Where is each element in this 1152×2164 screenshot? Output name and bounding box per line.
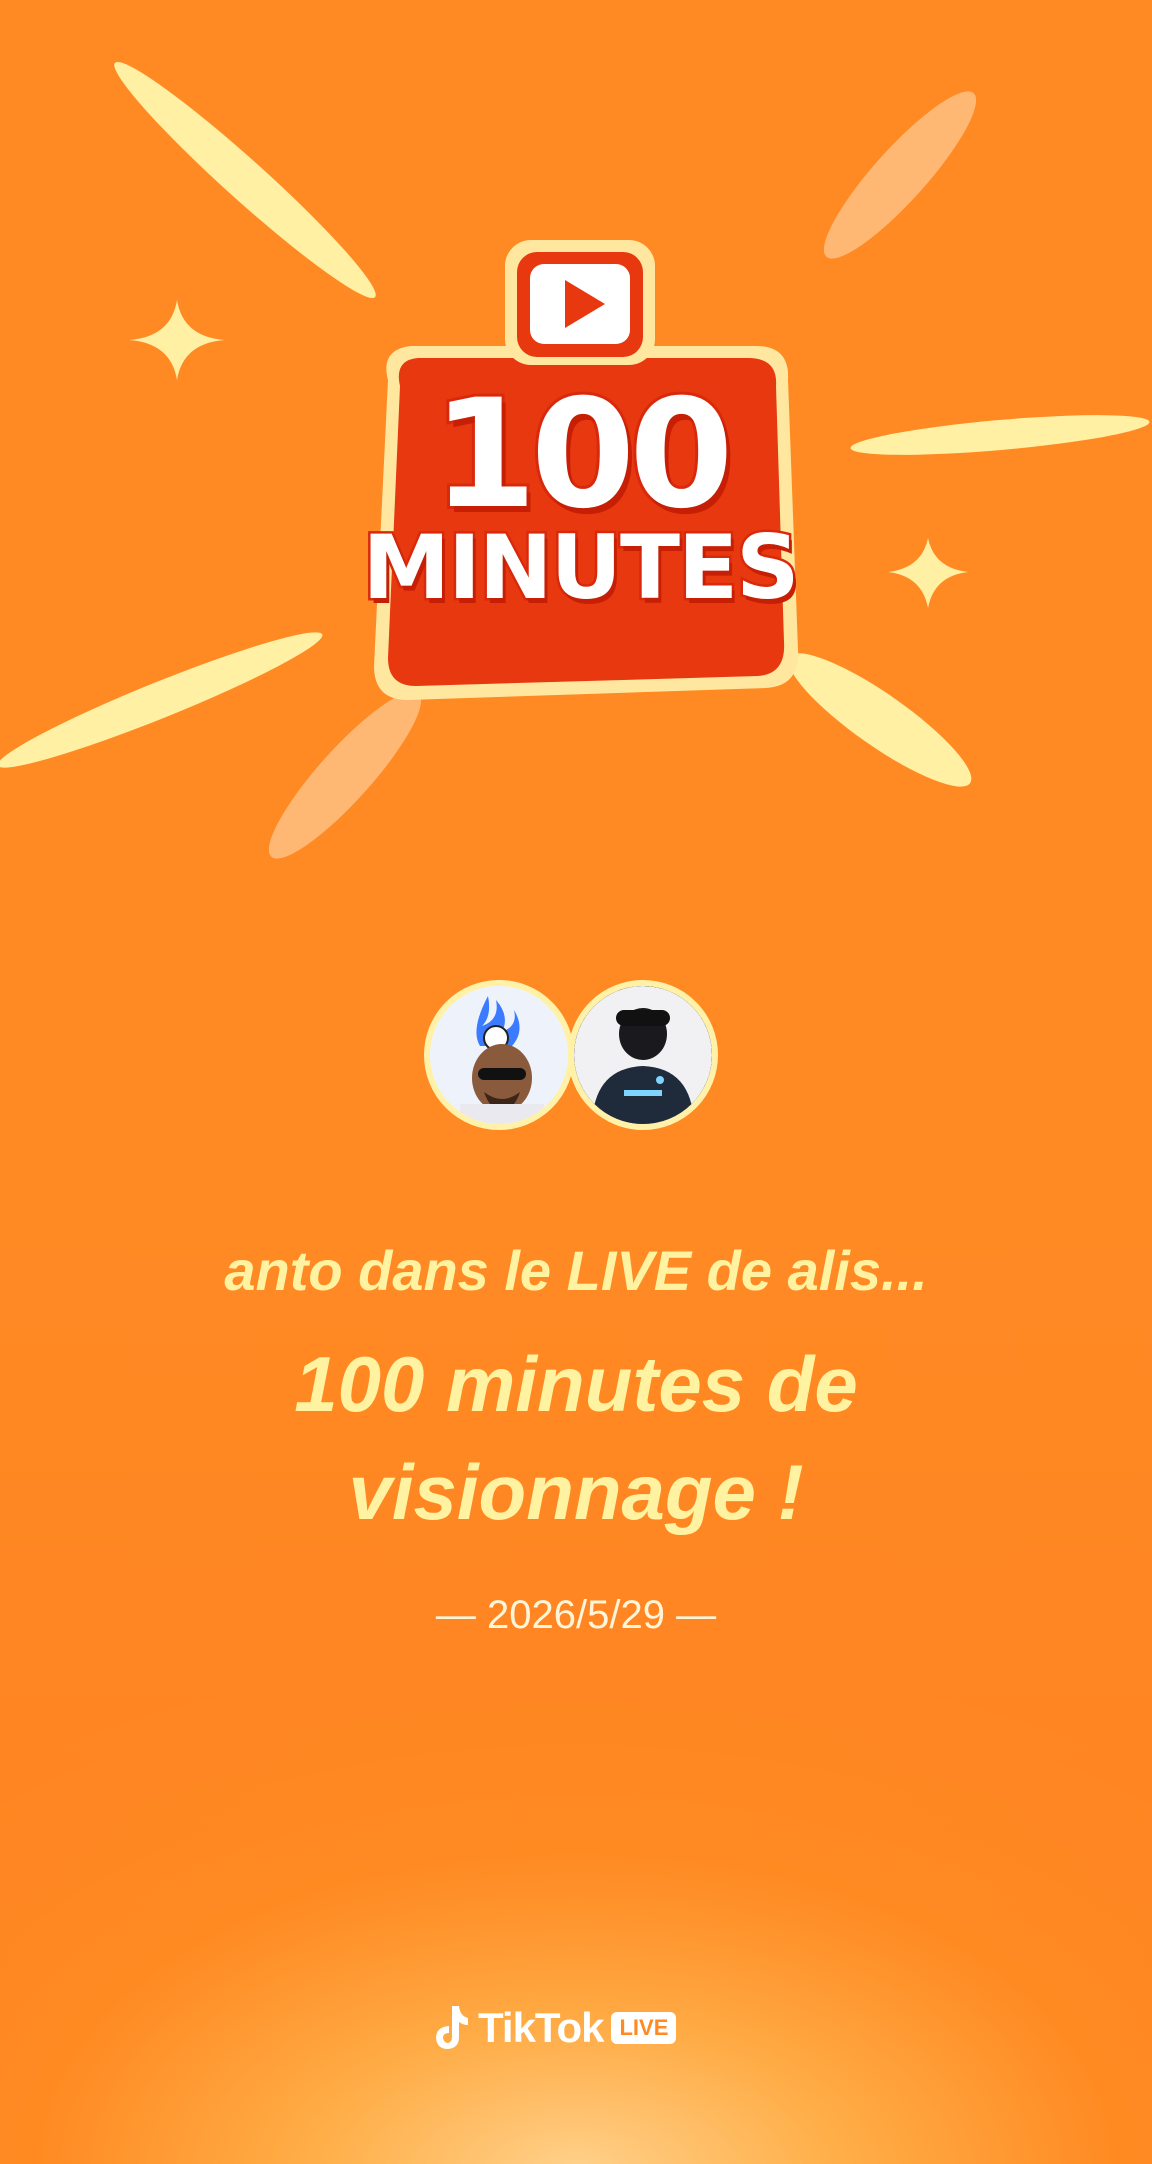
- caption-line-1: anto dans le LIVE de alis...: [224, 1239, 928, 1302]
- avatar-cartoon-icon[interactable]: [424, 980, 574, 1130]
- caption-headline-line-a: 100 minutes de: [294, 1340, 858, 1428]
- tiktok-note-icon: [436, 2006, 468, 2049]
- avatar-group: [424, 980, 728, 1140]
- live-tag: LIVE: [611, 2012, 677, 2044]
- caption-headline: 100 minutes de visionnage !: [0, 1330, 1152, 1546]
- date-label: — 2026/5/29 —: [435, 1593, 717, 1637]
- avatar-jersey-icon[interactable]: [568, 980, 718, 1130]
- badge-100-minutes: [374, 240, 799, 700]
- caption-headline-line-b: visionnage !: [348, 1448, 804, 1536]
- tiktok-live-logo: TikTok LIVE: [432, 2000, 677, 2056]
- milestone-card: 100 MINUTES anto dans le LIVE de alis...…: [0, 0, 1152, 2164]
- brand-name: TikTok: [478, 2004, 604, 2051]
